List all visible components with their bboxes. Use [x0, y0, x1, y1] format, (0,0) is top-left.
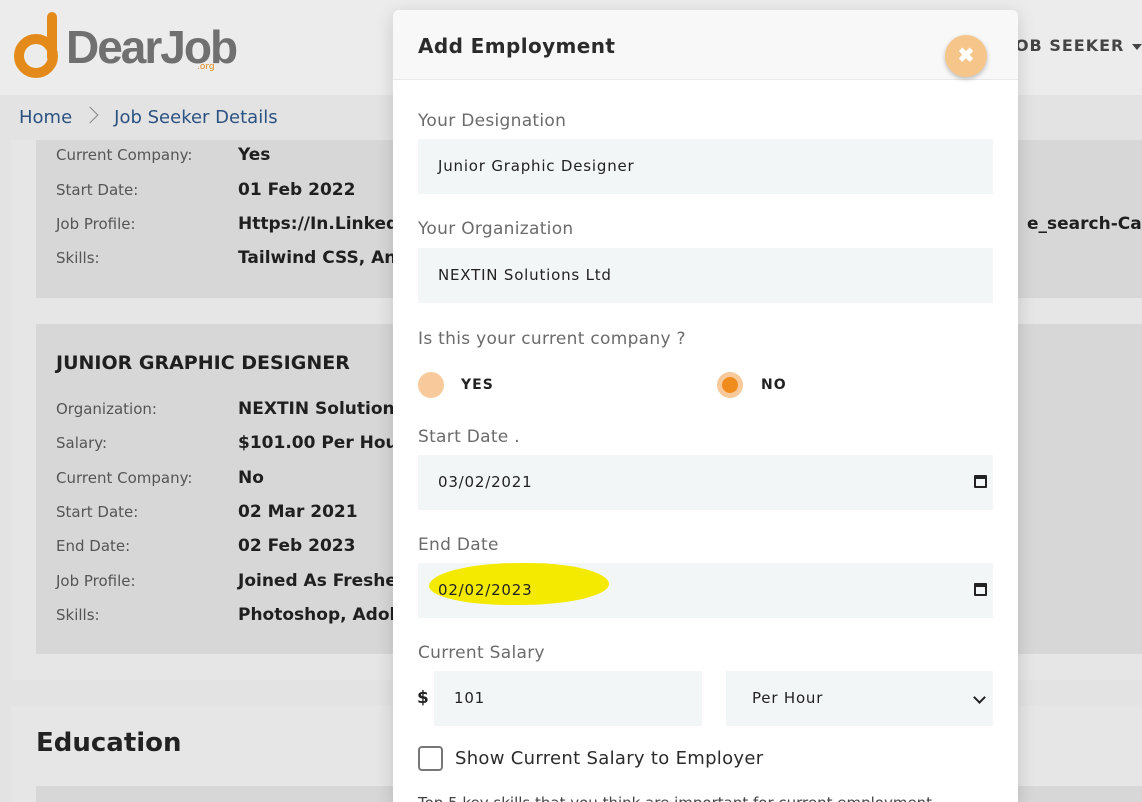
organization-input[interactable]: NEXTIN Solutions Ltd: [418, 248, 993, 303]
salary-period-select[interactable]: Per Hour: [726, 671, 993, 726]
start-date-input[interactable]: 03/02/2021: [418, 455, 993, 510]
detail-row: Start Date: 01 Feb 2022: [56, 180, 356, 200]
employment-title: JUNIOR GRAPHIC DESIGNER: [56, 352, 350, 374]
modal-title: Add Employment: [418, 34, 616, 58]
education-title: Education: [36, 728, 182, 758]
user-role-label: JOB SEEKER: [1008, 36, 1125, 55]
detail-row: Skills: Photoshop, Adob: [56, 605, 402, 625]
end-date-label: End Date: [418, 535, 499, 555]
close-icon: ✖: [957, 45, 975, 67]
logo-d-icon: [14, 12, 58, 78]
job-profile-overflow: e_search-Ca: [1027, 214, 1142, 234]
chevron-right-icon: [81, 106, 99, 124]
currency-symbol: $: [417, 688, 429, 708]
calendar-icon[interactable]: [974, 475, 987, 488]
yes-label: YES: [461, 377, 494, 393]
detail-row: Current Company: No: [56, 468, 264, 488]
detail-row: Skills: Tailwind CSS, An: [56, 248, 397, 268]
logo-org-suffix: .org: [197, 62, 215, 72]
detail-row: Start Date: 02 Mar 2021: [56, 502, 358, 522]
end-date-value: 02/02/2023: [438, 581, 533, 599]
breadcrumb: Home Job Seeker Details: [19, 106, 278, 128]
start-date-label: Start Date .: [418, 427, 520, 447]
current-company-question: Is this your current company ?: [418, 329, 686, 349]
designation-label: Your Designation: [418, 111, 567, 131]
modal-header: Add Employment ✖: [393, 10, 1018, 80]
current-company-yes-radio[interactable]: [418, 372, 444, 398]
detail-row: Job Profile: Joined As Freshe: [56, 571, 397, 591]
show-salary-label[interactable]: Show Current Salary to Employer: [455, 748, 763, 769]
detail-row: Job Profile: Https://In.Linked: [56, 214, 399, 234]
dearjob-logo[interactable]: DearJob .org: [14, 12, 238, 82]
detail-row: Current Company: Yes: [56, 145, 271, 165]
detail-row: Salary: $101.00 Per Hour: [56, 433, 407, 453]
breadcrumb-current[interactable]: Job Seeker Details: [114, 107, 277, 128]
start-date-value: 03/02/2021: [438, 473, 533, 491]
salary-amount-input[interactable]: 101: [434, 671, 702, 726]
breadcrumb-home[interactable]: Home: [19, 107, 72, 128]
designation-input[interactable]: Junior Graphic Designer: [418, 139, 993, 194]
no-label: NO: [761, 377, 787, 393]
salary-period-value: Per Hour: [752, 689, 824, 707]
close-modal-button[interactable]: ✖: [945, 35, 987, 77]
detail-row: End Date: 02 Feb 2023: [56, 536, 356, 556]
user-role-menu[interactable]: JOB SEEKER: [1008, 36, 1142, 55]
organization-label: Your Organization: [418, 219, 574, 239]
calendar-icon[interactable]: [974, 583, 987, 596]
skills-hint: Top 5 key skills that you think are impo…: [418, 794, 932, 802]
current-salary-label: Current Salary: [418, 643, 545, 663]
show-salary-checkbox[interactable]: [418, 746, 443, 771]
chevron-down-icon: [973, 691, 986, 704]
current-company-no-radio[interactable]: [717, 372, 743, 398]
caret-down-icon: [1132, 43, 1142, 50]
add-employment-modal: Add Employment ✖ Your Designation Junior…: [393, 10, 1018, 802]
detail-row: Organization: NEXTIN Solutions: [56, 399, 405, 419]
